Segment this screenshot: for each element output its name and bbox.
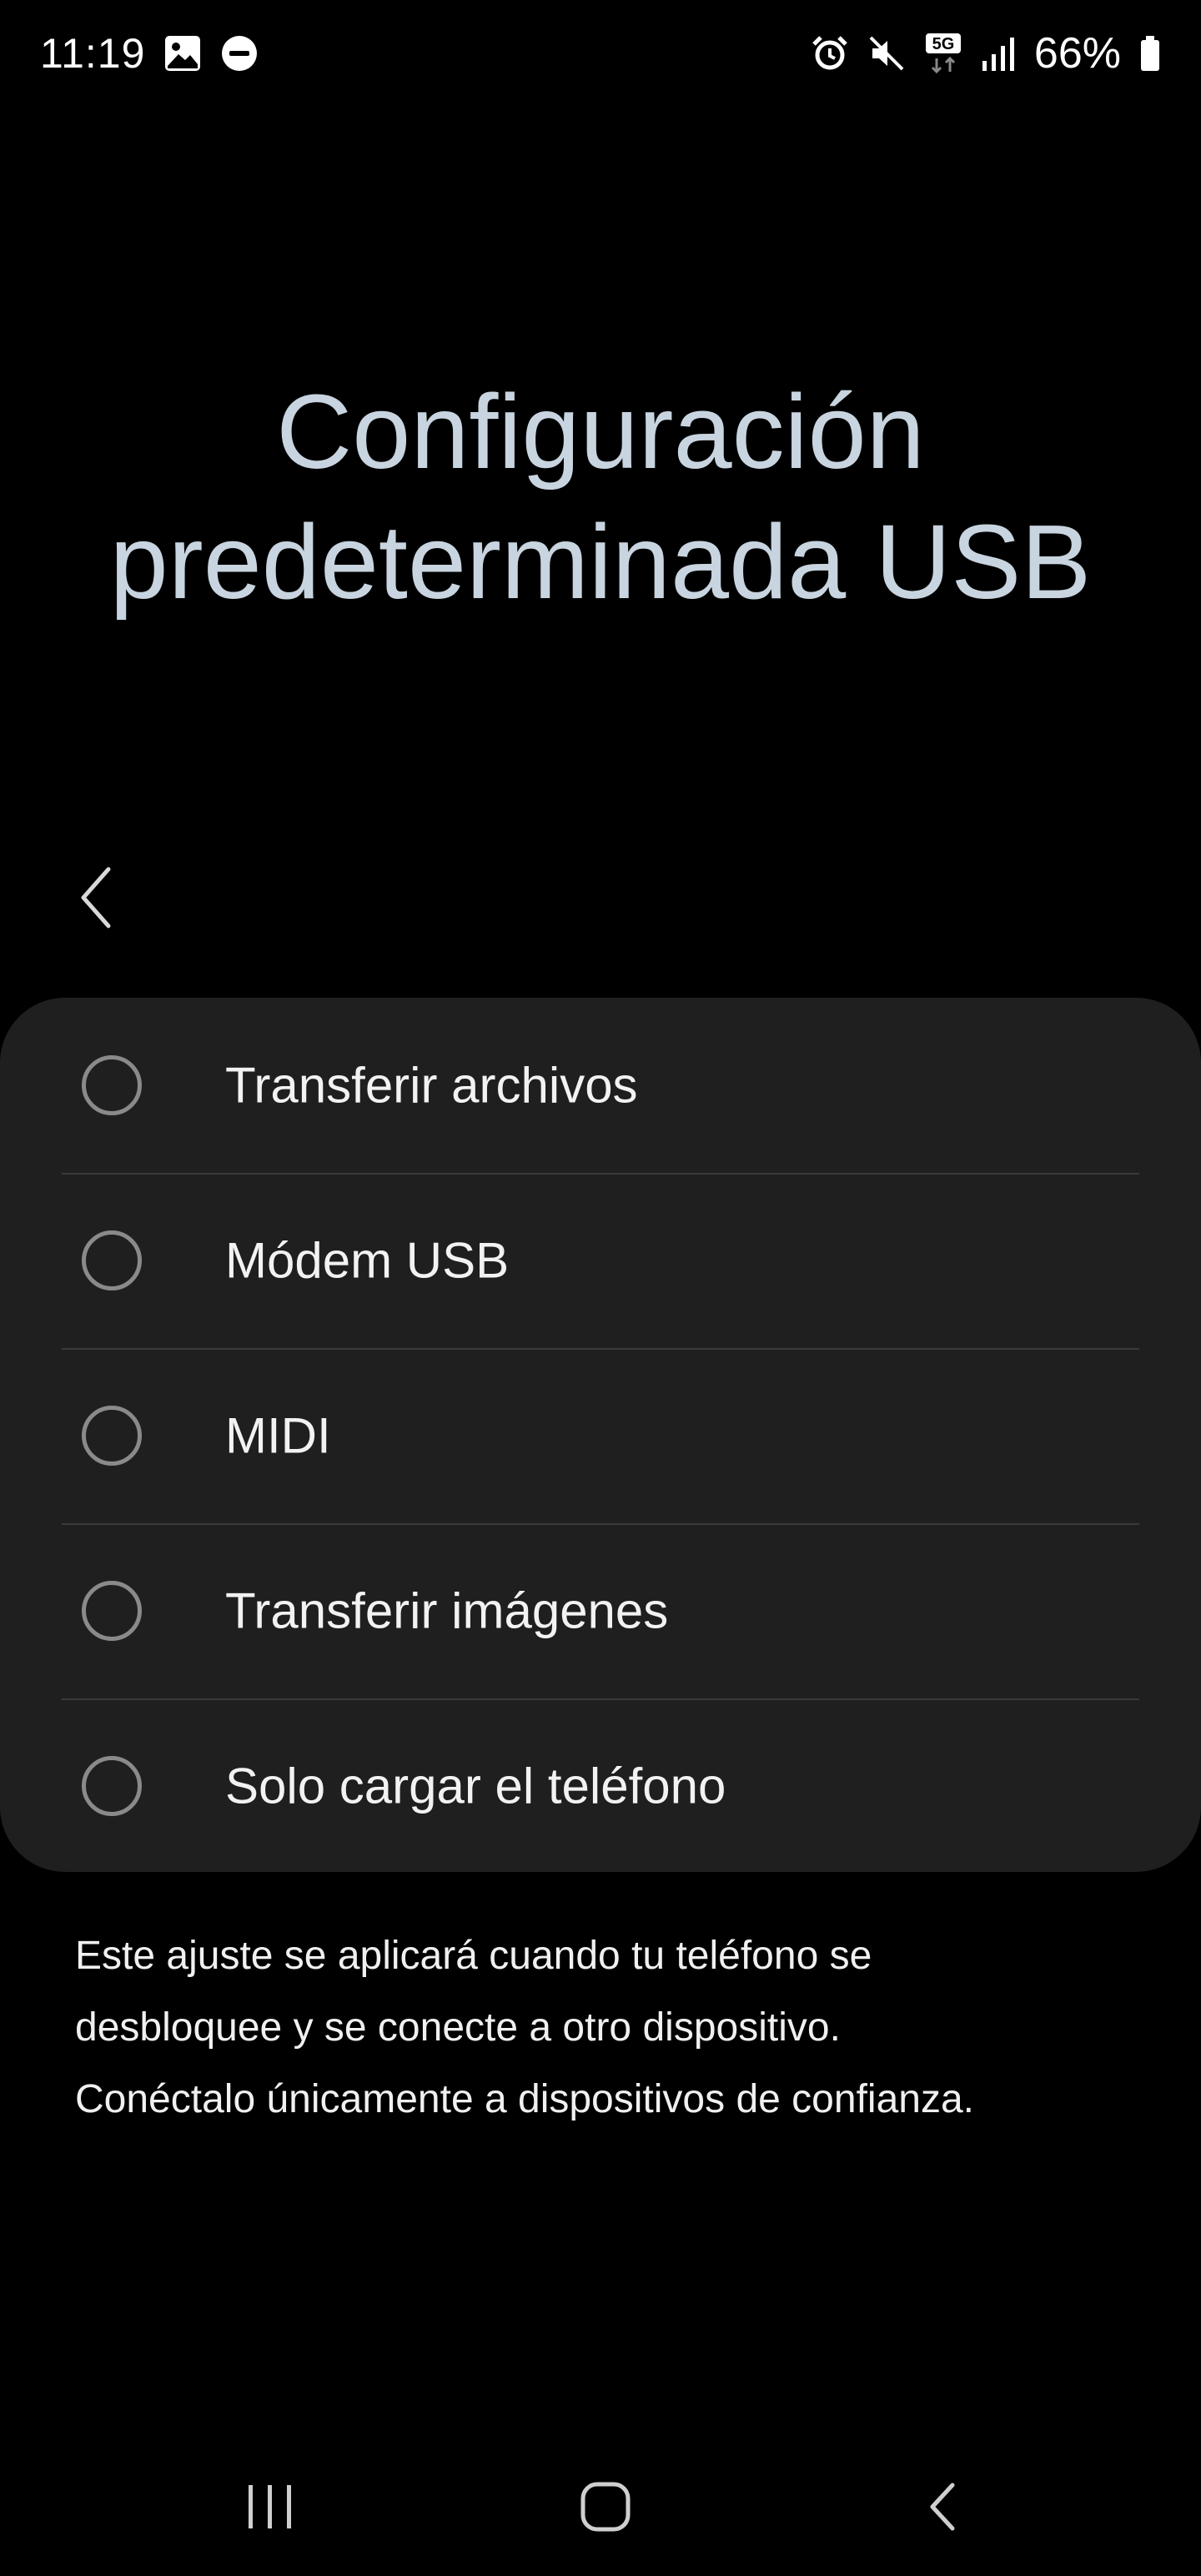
nav-back-button[interactable] [876,2453,1009,2561]
back-button[interactable] [58,858,133,938]
option-midi[interactable]: MIDI [0,1348,1201,1523]
radio-button[interactable] [82,1406,142,1466]
option-transferir-imagenes[interactable]: Transferir imágenes [0,1523,1201,1698]
radio-button[interactable] [82,1756,142,1816]
chevron-left-icon [81,867,111,928]
option-label: Módem USB [225,1232,510,1289]
screen: 11:19 5G 66% Configuración predeterminad… [0,0,1201,2576]
alarm-icon [811,34,849,73]
option-label: Transferir imágenes [225,1582,669,1639]
mute-icon [867,34,906,73]
page-title: Configuración predeterminada USB [0,367,1201,627]
info-line3: Conéctalo únicamente a dispositivos de c… [75,2077,974,2121]
info-line2: desbloquee y se conecte a otro dispositi… [75,2005,841,2050]
info-line1: Este ajuste se aplicará cuando tu teléfo… [75,1934,872,1978]
recent-apps-button[interactable] [204,2453,337,2561]
svg-text:5G: 5G [932,35,955,53]
option-label: Solo cargar el teléfono [225,1758,726,1814]
option-label: Transferir archivos [225,1057,638,1114]
recent-apps-icon [249,2485,291,2528]
option-transferir-archivos[interactable]: Transferir archivos [0,998,1201,1173]
back-icon [930,2483,955,2531]
radio-button[interactable] [82,1230,142,1291]
status-left: 11:19 [40,29,259,78]
status-right: 5G 66% [811,28,1161,78]
do-not-disturb-icon [220,34,259,73]
radio-button[interactable] [82,1055,142,1115]
battery-percent: 66% [1033,29,1121,78]
option-label: MIDI [225,1407,331,1464]
usb-options-card: Transferir archivos Módem USB MIDI Trans… [0,998,1201,1872]
status-bar: 11:19 5G 66% [0,0,1201,107]
home-icon [580,2482,631,2532]
page-title-line1: Configuración [276,373,925,491]
page-title-line2: predeterminada USB [109,503,1092,621]
5g-icon: 5G [924,32,962,75]
battery-icon [1139,34,1161,73]
option-modem-usb[interactable]: Módem USB [0,1173,1201,1348]
status-time: 11:19 [40,30,146,77]
navigation-bar [0,2453,1201,2561]
info-text: Este ajuste se aplicará cuando tu teléfo… [75,1920,1151,2136]
radio-button[interactable] [82,1581,142,1641]
gallery-icon [163,34,202,73]
option-solo-cargar[interactable]: Solo cargar el teléfono [0,1698,1201,1874]
signal-icon [981,34,1016,73]
home-button[interactable] [539,2453,672,2561]
